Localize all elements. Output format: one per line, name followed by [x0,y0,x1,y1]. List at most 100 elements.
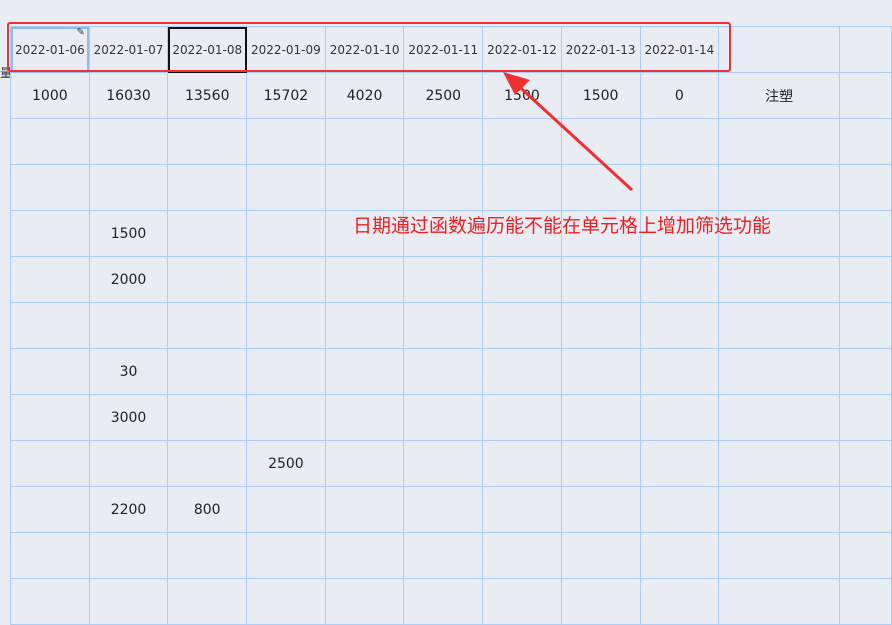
total-cell[interactable]: 1500 [482,72,562,119]
cell[interactable] [560,394,641,441]
cell[interactable] [560,532,641,579]
cell[interactable] [482,256,562,303]
cell[interactable] [718,440,841,487]
total-cell[interactable]: 13560 [167,72,248,119]
cell[interactable] [324,348,405,395]
cell[interactable] [10,164,90,211]
cell[interactable] [560,486,641,533]
cell[interactable] [403,348,484,395]
cell[interactable] [718,26,841,73]
cell[interactable] [718,118,841,165]
cell[interactable] [839,578,892,625]
cell[interactable] [324,118,405,165]
date-header-cell[interactable]: 2022-01-06 ✎ [10,26,90,73]
cell[interactable] [403,532,484,579]
cell[interactable] [403,302,484,349]
cell[interactable] [246,532,326,579]
cell[interactable] [560,348,641,395]
total-cell[interactable]: 2500 [403,72,484,119]
cell[interactable]: 2200 [88,486,169,533]
cell[interactable] [246,256,326,303]
process-label-cell[interactable]: 注塑 [718,72,841,119]
cell[interactable] [88,532,169,579]
cell[interactable] [88,440,169,487]
cell[interactable] [482,302,562,349]
cell[interactable] [324,164,405,211]
cell[interactable] [167,302,248,349]
cell[interactable] [639,532,720,579]
cell[interactable] [246,348,326,395]
cell[interactable] [10,348,90,395]
cell[interactable] [560,118,641,165]
cell[interactable] [10,118,90,165]
total-cell[interactable]: 1500 [560,72,641,119]
date-header-cell[interactable]: 2022-01-08 [167,26,248,73]
cell[interactable] [88,578,169,625]
cell[interactable] [639,164,720,211]
cell[interactable] [839,256,892,303]
cell[interactable] [246,164,326,211]
cell[interactable] [718,164,841,211]
cell[interactable] [10,394,90,441]
total-cell[interactable]: 15702 [246,72,326,119]
date-header-cell[interactable]: 2022-01-13 [560,26,641,73]
cell[interactable]: 800 [167,486,248,533]
cell[interactable] [482,486,562,533]
cell[interactable] [839,302,892,349]
cell[interactable] [167,532,248,579]
cell[interactable] [324,440,405,487]
total-cell[interactable]: 0 [639,72,720,119]
cell[interactable]: 2500 [246,440,326,487]
date-header-cell[interactable]: 2022-01-14 [639,26,720,73]
cell[interactable] [482,164,562,211]
cell[interactable] [403,164,484,211]
cell[interactable] [482,118,562,165]
cell[interactable] [167,348,248,395]
cell[interactable] [839,164,892,211]
cell[interactable] [718,348,841,395]
cell[interactable] [639,578,720,625]
cell[interactable] [403,440,484,487]
cell[interactable] [324,578,405,625]
cell[interactable] [167,256,248,303]
date-header-cell[interactable]: 2022-01-07 [88,26,169,73]
cell[interactable] [482,440,562,487]
cell[interactable] [167,394,248,441]
cell[interactable] [718,394,841,441]
cell[interactable] [10,578,90,625]
cell[interactable] [403,256,484,303]
cell[interactable] [403,486,484,533]
cell[interactable] [639,486,720,533]
cell[interactable] [403,578,484,625]
total-cell[interactable]: 1000 [10,72,90,119]
cell[interactable] [718,532,841,579]
cell[interactable]: 1500 [88,210,169,257]
cell[interactable] [482,532,562,579]
cell[interactable] [167,118,248,165]
cell[interactable] [839,440,892,487]
cell[interactable] [10,532,90,579]
cell[interactable] [10,302,90,349]
cell[interactable] [10,486,90,533]
cell[interactable] [167,578,248,625]
cell[interactable] [839,118,892,165]
cell[interactable] [324,256,405,303]
cell[interactable] [246,118,326,165]
cell[interactable] [639,256,720,303]
cell[interactable] [560,578,641,625]
cell[interactable]: 2000 [88,256,169,303]
cell[interactable] [639,302,720,349]
cell[interactable] [560,256,641,303]
cell[interactable] [167,164,248,211]
cell[interactable] [324,302,405,349]
cell[interactable]: 3000 [88,394,169,441]
cell[interactable] [403,118,484,165]
cell[interactable] [839,210,892,257]
cell[interactable] [839,486,892,533]
date-header-cell[interactable]: 2022-01-12 [482,26,562,73]
cell[interactable] [246,578,326,625]
cell[interactable] [88,164,169,211]
cell[interactable] [718,302,841,349]
cell[interactable] [560,302,641,349]
cell[interactable] [639,348,720,395]
